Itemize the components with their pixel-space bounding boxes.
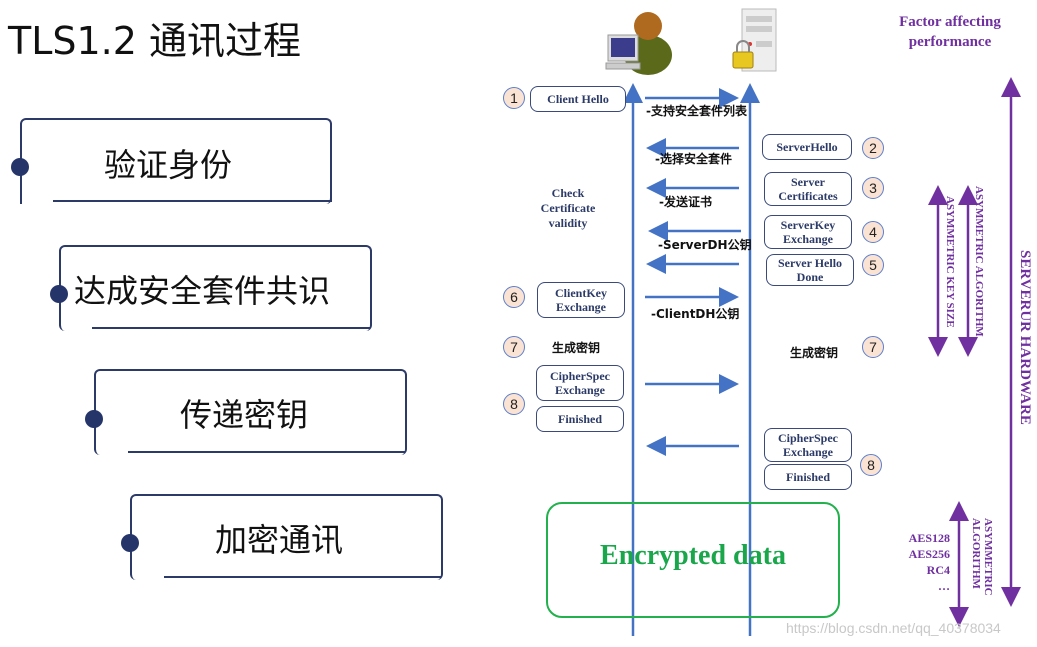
cipher-item: AES256 bbox=[908, 547, 950, 561]
arrow-label-server-dh: -ServerDH公钥 bbox=[658, 238, 752, 252]
step-badge-2: 2 bbox=[862, 137, 884, 159]
step-badge-7-client: 7 bbox=[503, 336, 525, 358]
step-badge-7-server: 7 bbox=[862, 336, 884, 358]
step-badge-3: 3 bbox=[862, 177, 884, 199]
server-hello-done-box: Server Hello Done bbox=[766, 254, 854, 286]
client-computer-user-icon bbox=[605, 12, 672, 75]
cipher-item: … bbox=[938, 579, 950, 593]
client-cipherspec-box: CipherSpec Exchange bbox=[536, 365, 624, 401]
arrow-label-send-cert: -发送证书 bbox=[659, 195, 712, 209]
locked-server-icon bbox=[732, 8, 777, 72]
client-key-exchange-box: ClientKey Exchange bbox=[537, 282, 625, 318]
sym-algorithm-label: ASYMMETRIC ALGORITHM bbox=[970, 518, 994, 596]
step-badge-8-server: 8 bbox=[860, 454, 882, 476]
cipher-item: RC4 bbox=[926, 563, 950, 577]
client-finished-box: Finished bbox=[536, 406, 624, 432]
step-badge-4: 4 bbox=[862, 221, 884, 243]
asym-key-size-label: ASYMMETRIC KEY SIZE bbox=[944, 196, 956, 328]
step-badge-6: 6 bbox=[503, 286, 525, 308]
client-gen-key-label: 生成密钥 bbox=[552, 341, 601, 355]
performance-heading: Factor affecting performance bbox=[899, 14, 1001, 50]
server-key-exchange-box: ServerKey Exchange bbox=[764, 215, 852, 249]
watermark: https://blog.csdn.net/qq_40378034 bbox=[786, 620, 1001, 636]
server-gen-key-label: 生成密钥 bbox=[790, 346, 839, 360]
asym-algorithm-label: ASYMMETRIC ALGORITHM bbox=[973, 186, 985, 337]
server-cipherspec-box: CipherSpec Exchange bbox=[764, 428, 852, 462]
step-badge-8-client: 8 bbox=[503, 393, 525, 415]
step-badge-1: 1 bbox=[503, 87, 525, 109]
arrow-label-client-dh: -ClientDH公钥 bbox=[651, 307, 740, 321]
client-hello-box: Client Hello bbox=[530, 86, 626, 112]
server-hello-box: ServerHello bbox=[762, 134, 852, 160]
server-certificates-box: Server Certificates bbox=[764, 172, 852, 206]
cipher-item: AES128 bbox=[908, 531, 950, 545]
step-badge-5: 5 bbox=[862, 254, 884, 276]
arrow-label-select-suite: -选择安全套件 bbox=[655, 152, 732, 166]
arrow-label-cipher-list: -支持安全套件列表 bbox=[646, 104, 747, 118]
cipher-list: AES128 AES256 RC4 … bbox=[896, 530, 950, 594]
server-finished-box: Finished bbox=[764, 464, 852, 490]
server-hardware-label: SERVERUR HARDWARE bbox=[1017, 250, 1033, 425]
encrypted-data-label: Encrypted data bbox=[600, 540, 786, 571]
check-cert-label: Check Certificate validity bbox=[540, 186, 596, 230]
